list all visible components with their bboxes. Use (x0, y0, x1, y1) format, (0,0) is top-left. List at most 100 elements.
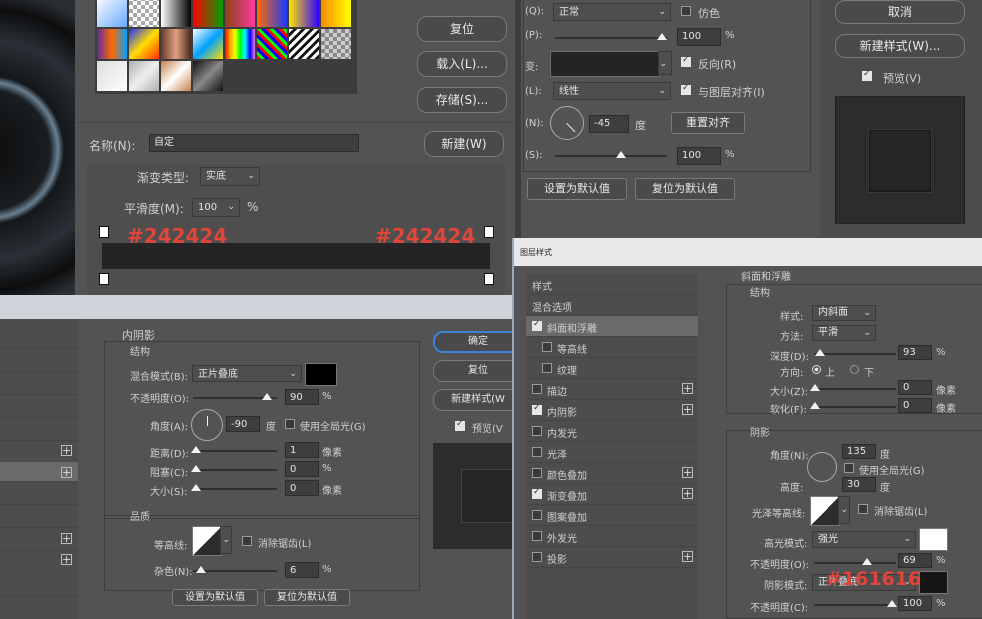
add-icon[interactable]: + (682, 467, 693, 478)
add-icon[interactable]: + (61, 467, 72, 478)
gradient-preset-swatch[interactable] (129, 61, 159, 91)
preview-checkbox[interactable] (455, 419, 465, 431)
shadow-opacity-thumb[interactable] (887, 600, 897, 607)
smoothness-select[interactable]: 100 ⌄ (192, 198, 240, 217)
choke-input[interactable]: 0 (285, 461, 319, 477)
choke-thumb[interactable] (191, 465, 201, 472)
new-gradient-button[interactable]: 新建(W) (424, 131, 504, 157)
blend-mode-select[interactable]: 正常 ⌄ (553, 3, 671, 21)
gloss-contour-dropdown[interactable]: ⌄ (838, 496, 850, 524)
gradient-preset-swatch[interactable] (193, 0, 223, 27)
altitude-input[interactable]: 30 (842, 477, 876, 492)
global-light-checkbox[interactable] (285, 419, 295, 429)
opacity-slider[interactable] (555, 37, 667, 39)
distance-thumb[interactable] (191, 446, 201, 453)
gradient-picker[interactable] (550, 51, 660, 77)
distance-input[interactable]: 1 (285, 442, 319, 458)
style-checkbox[interactable] (542, 363, 552, 373)
style-list-item[interactable]: 投影 + (526, 547, 698, 568)
name-input[interactable]: 自定 (149, 134, 359, 152)
gradient-preset-swatch[interactable] (97, 61, 127, 91)
opacity-input[interactable]: 90 (285, 389, 319, 405)
antialias-checkbox[interactable] (242, 536, 252, 546)
gradient-bar[interactable] (102, 243, 490, 269)
size-slider[interactable] (193, 488, 277, 490)
dither-checkbox[interactable] (681, 6, 691, 16)
direction-up-radio[interactable] (812, 365, 821, 374)
gradient-preset-swatch[interactable] (97, 0, 127, 27)
opacity-stop-left[interactable] (99, 226, 109, 238)
style-list-item[interactable]: 内阴影 + (526, 400, 698, 421)
new-style-button[interactable]: 新建样式(W)... (835, 34, 965, 58)
add-icon[interactable]: + (61, 533, 72, 544)
distance-slider[interactable] (193, 450, 277, 452)
angle-input[interactable]: -90 (226, 416, 260, 432)
gradient-preset-swatch[interactable] (161, 29, 191, 59)
angle-input[interactable]: 135 (842, 444, 876, 459)
reset-default-button[interactable]: 复位为默认值 (264, 589, 350, 606)
style-checkbox[interactable] (532, 468, 542, 478)
bevel-style-select[interactable]: 内斜面 ⌄ (812, 305, 876, 321)
blend-mode-select[interactable]: 正片叠底 ⌄ (192, 365, 302, 382)
gradient-preset-swatch[interactable] (129, 29, 159, 59)
highlight-mode-select[interactable]: 强光 ⌄ (812, 531, 916, 548)
shadow-opacity-input[interactable]: 100 (898, 596, 932, 611)
align-layer-checkbox[interactable] (681, 83, 691, 95)
opacity-thumb[interactable] (657, 33, 667, 40)
style-checkbox[interactable] (532, 426, 542, 436)
highlight-opacity-input[interactable]: 69 (898, 553, 932, 568)
antialias-checkbox[interactable] (858, 504, 868, 514)
gradient-type-select[interactable]: 实底 ⌄ (200, 167, 260, 186)
opacity-thumb[interactable] (262, 393, 272, 400)
style-list-item[interactable]: 颜色叠加 + (526, 463, 698, 484)
style-list-item[interactable]: 等高线 (526, 337, 698, 358)
opacity-stop-right[interactable] (484, 226, 494, 238)
technique-select[interactable]: 平滑 ⌄ (812, 325, 876, 341)
size-input[interactable]: 0 (898, 380, 932, 395)
add-icon[interactable]: + (61, 554, 72, 565)
highlight-color-swatch[interactable] (919, 528, 948, 551)
preview-checkbox[interactable] (862, 69, 872, 81)
add-icon[interactable]: + (682, 551, 693, 562)
gloss-contour-picker[interactable] (810, 496, 840, 526)
style-checkbox[interactable] (532, 319, 542, 331)
add-icon[interactable]: + (682, 488, 693, 499)
noise-thumb[interactable] (196, 566, 206, 573)
size-thumb[interactable] (810, 384, 820, 391)
style-list-item[interactable]: 描边 + (526, 379, 698, 400)
style-checkbox[interactable] (532, 447, 542, 457)
add-icon[interactable]: + (682, 404, 693, 415)
size-thumb[interactable] (191, 484, 201, 491)
cancel-button[interactable]: 取消 (835, 0, 965, 24)
style-list-item[interactable]: 图案叠加 (526, 505, 698, 526)
style-list-item[interactable]: 外发光 (526, 526, 698, 547)
ok-button[interactable]: 确定 (433, 331, 523, 353)
angle-dial[interactable] (191, 409, 223, 441)
add-icon[interactable]: + (61, 445, 72, 456)
style-list-item[interactable]: 渐变叠加 + (526, 484, 698, 505)
scale-thumb[interactable] (616, 151, 626, 158)
color-stop-right[interactable] (484, 273, 494, 285)
gradient-picker-dropdown[interactable]: ⌄ (658, 51, 672, 75)
style-checkbox[interactable] (542, 342, 552, 352)
gradient-preset-swatch[interactable] (193, 29, 223, 59)
angle-input[interactable]: -45 (589, 115, 629, 133)
gradient-preset-swatch[interactable] (321, 0, 351, 27)
style-checkbox[interactable] (532, 510, 542, 520)
soften-slider[interactable] (814, 406, 896, 408)
gradient-preset-swatch[interactable] (161, 61, 191, 91)
gradient-preset-swatch[interactable] (225, 29, 255, 59)
add-icon[interactable]: + (682, 383, 693, 394)
shadow-color-swatch[interactable] (919, 571, 948, 594)
style-checkbox[interactable] (532, 531, 542, 541)
soften-thumb[interactable] (810, 402, 820, 409)
load-button[interactable]: 载入(L)... (417, 51, 507, 77)
set-default-button[interactable]: 设置为默认值 (172, 589, 258, 606)
gradient-preset-swatch[interactable] (321, 29, 351, 59)
style-checkbox[interactable] (532, 487, 542, 499)
size-slider[interactable] (814, 388, 896, 390)
global-light-checkbox[interactable] (844, 463, 854, 473)
size-input[interactable]: 0 (285, 480, 319, 496)
new-style-button[interactable]: 新建样式(W (433, 389, 523, 411)
choke-slider[interactable] (193, 469, 277, 471)
